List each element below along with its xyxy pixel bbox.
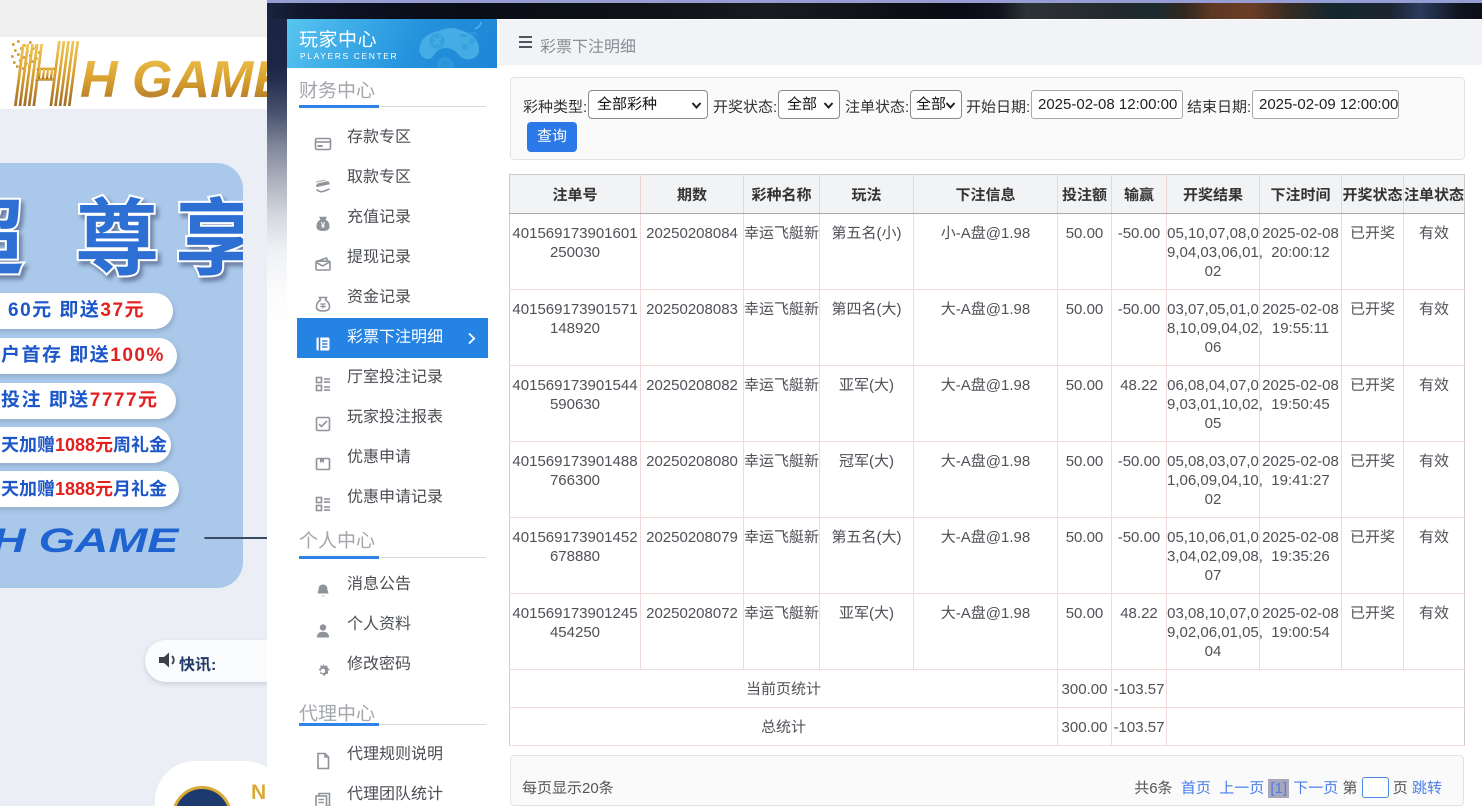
svg-text:¥: ¥ [321,221,326,230]
svg-text:尊享: 尊享 [75,183,243,293]
svg-text:超: 超 [0,183,24,293]
svg-text:H GAME: H GAME [80,51,267,109]
